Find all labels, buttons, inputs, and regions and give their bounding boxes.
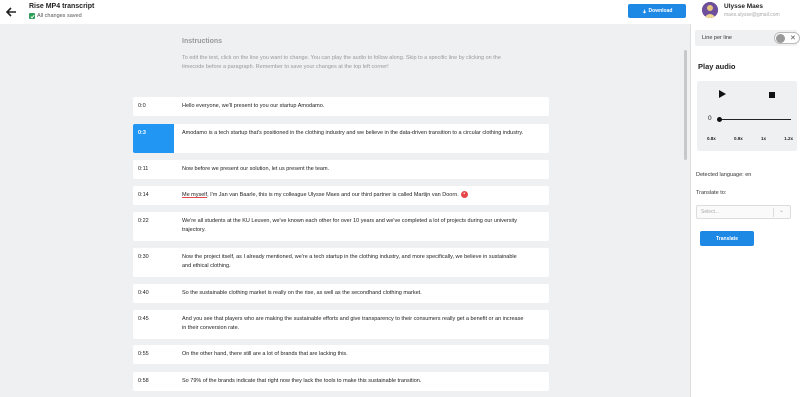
- seek-thumb[interactable]: [717, 117, 722, 122]
- grammar-alert-icon[interactable]: •: [460, 191, 468, 198]
- speed-options: 0.8x 0.9x 1x 1.2x: [707, 136, 793, 141]
- translate-button[interactable]: Translate: [700, 231, 754, 246]
- save-status: All changes saved: [29, 13, 82, 19]
- speed-option[interactable]: 0.8x: [707, 136, 716, 141]
- user-email: maes.ulysse@gmail.com: [724, 12, 780, 18]
- transcript-row[interactable]: 0:11 Now before we present our solution,…: [133, 160, 549, 179]
- transcript-text[interactable]: Me myself, I'm Jan van Baarle, this is m…: [174, 186, 524, 205]
- timecode[interactable]: 0:11: [133, 160, 174, 179]
- close-icon: ✕: [790, 35, 796, 42]
- transcript-row-active[interactable]: 0:3 Amodamo is a tech startup that's pos…: [133, 124, 549, 153]
- line-per-line-label: Line per line: [702, 35, 732, 41]
- check-icon: [29, 13, 35, 19]
- transcript-text[interactable]: Now before we present our solution, let …: [174, 160, 524, 179]
- timecode[interactable]: 0:3: [133, 124, 174, 153]
- transcript-text[interactable]: So 79% of the brands indicate that right…: [174, 372, 524, 391]
- timecode[interactable]: 0:0: [133, 97, 174, 116]
- spelling-flagged-text[interactable]: Me myself: [182, 192, 207, 198]
- user-name: Ulysse Maes: [724, 3, 764, 10]
- transcript-text[interactable]: So the sustainable clothing market is re…: [174, 284, 524, 303]
- transcript-text[interactable]: Now the project itself, as I already men…: [174, 248, 524, 277]
- transcript-text[interactable]: We're all students at the KU Leuven, we'…: [174, 212, 524, 241]
- timecode[interactable]: 0:58: [133, 372, 174, 391]
- timecode[interactable]: 0:55: [133, 345, 174, 364]
- transcript-row[interactable]: 0:45 And you see that players who are ma…: [133, 310, 549, 339]
- language-select[interactable]: Select... ⌄: [696, 205, 791, 219]
- line-per-line-toggle[interactable]: ✕: [774, 32, 800, 44]
- line-per-line-setting: Line per line ✕: [695, 30, 800, 46]
- transcript-text[interactable]: And you see that players who are making …: [174, 310, 524, 339]
- timecode[interactable]: 0:22: [133, 212, 174, 241]
- transcript-area: Instructions To edit the text, click on …: [0, 24, 690, 397]
- download-label: Download: [648, 8, 673, 14]
- speed-option[interactable]: 1x: [761, 136, 766, 141]
- side-panel: Line per line ✕ Play audio 0 0.8x 0.9x 1…: [690, 24, 800, 397]
- scrollbar[interactable]: [684, 50, 687, 160]
- transcript-row[interactable]: 0:22 We're all students at the KU Leuven…: [133, 212, 549, 241]
- timecode[interactable]: 0:14: [133, 186, 174, 205]
- transcript-row[interactable]: 0:14 Me myself, I'm Jan van Baarle, this…: [133, 186, 549, 205]
- select-placeholder: Select...: [701, 209, 720, 215]
- transcript-text[interactable]: On the other hand, there still are a lot…: [174, 345, 524, 364]
- timecode[interactable]: 0:40: [133, 284, 174, 303]
- audio-player: 0 0.8x 0.9x 1x 1.2x: [697, 81, 797, 151]
- back-arrow-icon[interactable]: [4, 5, 18, 19]
- transcript-row[interactable]: 0:40 So the sustainable clothing market …: [133, 284, 549, 303]
- top-bar: Rise MP4 transcript All changes saved Do…: [0, 0, 800, 24]
- transcript-row[interactable]: 0:58 So 79% of the brands indicate that …: [133, 372, 549, 391]
- timecode[interactable]: 0:30: [133, 248, 174, 277]
- chevron-down-icon: ⌄: [779, 208, 785, 214]
- instructions-text: To edit the text, click on the line you …: [182, 55, 501, 70]
- transcript-text[interactable]: Amodamo is a tech startup that's positio…: [174, 124, 524, 153]
- instructions-title: Instructions: [182, 38, 223, 45]
- transcript-text-rest: , I'm Jan van Baarle, this is my colleag…: [207, 192, 459, 198]
- document-title: Rise MP4 transcript: [29, 3, 95, 10]
- speed-option[interactable]: 0.9x: [734, 136, 743, 141]
- speed-option[interactable]: 1.2x: [784, 136, 793, 141]
- download-button[interactable]: Download: [628, 4, 686, 18]
- playback-position: 0: [708, 115, 712, 122]
- transcript-row[interactable]: 0:0 Hello everyone, we'll present to you…: [133, 97, 549, 116]
- toggle-knob: [776, 34, 785, 43]
- transcript-text[interactable]: Hello everyone, we'll present to you our…: [174, 97, 524, 116]
- download-icon: [642, 9, 646, 14]
- divider: [773, 208, 774, 217]
- transcript-row[interactable]: 0:55 On the other hand, there still are …: [133, 345, 549, 364]
- play-audio-heading: Play audio: [698, 62, 736, 71]
- seek-bar[interactable]: [719, 119, 791, 120]
- save-status-text: All changes saved: [37, 13, 82, 19]
- translate-to-label: Translate to:: [696, 190, 727, 196]
- timecode[interactable]: 0:45: [133, 310, 174, 339]
- play-icon[interactable]: [719, 90, 726, 98]
- detected-language: Detected language: en: [696, 172, 752, 178]
- transcript-row[interactable]: 0:30 Now the project itself, as I alread…: [133, 248, 549, 277]
- avatar[interactable]: [702, 2, 718, 18]
- stop-icon[interactable]: [769, 92, 775, 98]
